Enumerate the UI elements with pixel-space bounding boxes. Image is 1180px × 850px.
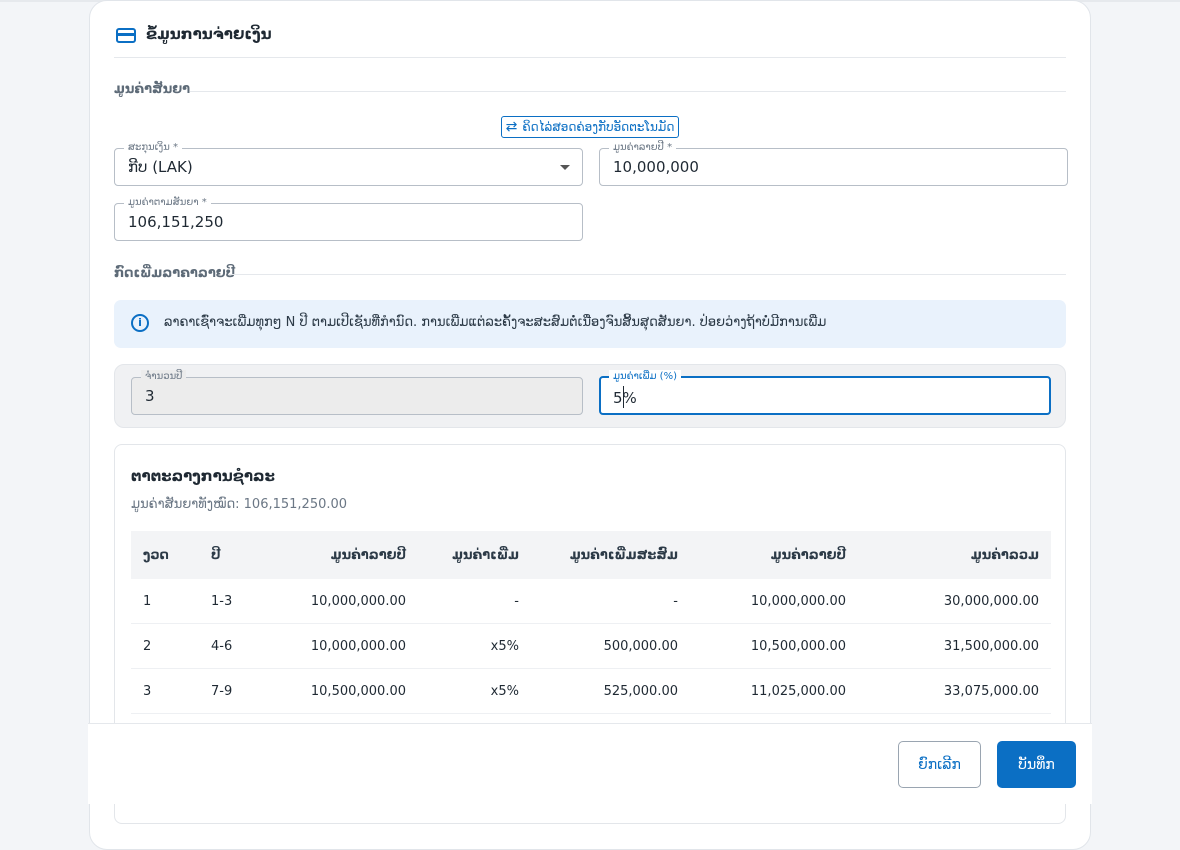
dropdown-arrow-icon[interactable] [560,165,570,170]
table-cell: 2 [131,623,199,669]
section-divider [229,274,1066,275]
table-cell: 4-6 [199,623,267,669]
table-cell: x5% [418,623,531,669]
section-divider [190,91,1066,92]
increase-value-suffix: % [622,389,637,407]
cancel-button[interactable]: ຍົກເລີກ [898,741,981,788]
years-label: ຈຳນວນປີ [141,370,187,384]
table-cell: 500,000.00 [531,623,690,669]
card-title: ຂໍ້ມູນການຈ່າຍເງິນ [146,25,272,43]
auto-calculate-label: ຄິດໄລ່ສອດຄ່ອງກັບອັດຕະໂນມັດ [522,120,675,134]
table-cell: 11,025,000.00 [690,668,858,714]
currency-label: ສະກຸນເງິນ * [124,141,182,155]
column-header: ມູນຄ່າລວມ [970,547,1039,563]
dialog-footer: ຍົກເລີກ ບັນທຶກ [88,723,1092,804]
table-cell: x5% [418,668,531,714]
annual-value-label: ມູນຄ່າລາຍປີ * [609,141,677,155]
annual-value-field[interactable]: ມູນຄ່າລາຍປີ * 10,000,000 [599,141,1068,186]
table-row: 3 7-9 10,500,000.00 x5% 525,000.00 11,02… [131,668,1051,714]
contract-value-input[interactable]: 106,151,250 [128,213,223,231]
column-header: ມູນຄ່າລາຍປີ [330,547,406,563]
card-header: ຂໍ້ມູນການຈ່າຍເງິນ [114,23,1066,58]
table-cell: 10,000,000.00 [690,579,858,624]
schedule-title: ຕາຕະລາງການຊຳລະ [131,467,275,485]
annual-value-input[interactable]: 10,000,000 [613,158,699,176]
auto-calculate-button[interactable]: ⇄ ຄິດໄລ່ສອດຄ່ອງກັບອັດຕະໂນມັດ [501,116,679,138]
info-icon: i [131,314,149,332]
table-cell: - [418,579,531,624]
contract-value-label: ມູນຄ່າຕາມສັນຍາ * [124,196,211,210]
table-cell: 1 [131,579,199,624]
column-header: ມູນຄ່າເພີ່ມ [452,547,519,563]
increase-value-part: 5 [613,389,623,407]
contract-value-field[interactable]: ມູນຄ່າຕາມສັນຍາ * 106,151,250 [114,196,583,241]
increase-percent-label: ມູນຄ່າເພີ່ມ (%) [609,370,681,384]
increase-percent-input[interactable]: 5% [613,386,637,408]
save-button[interactable]: ບັນທຶກ [997,741,1076,788]
escalation-info-banner: i ລາຄາເຊົ່າຈະເພີ່ມທຸກໆ N ປີ ຕາມເປີເຊັນທີ… [114,300,1066,348]
table-cell: 30,000,000.00 [858,579,1051,624]
table-cell: 3 [131,668,199,714]
schedule-total: ມູນຄ່າສັນຍາທັງໝົດ: 106,151,250.00 [131,497,348,512]
table-cell: 10,500,000.00 [267,668,418,714]
swap-arrows-icon: ⇄ [505,119,518,135]
column-header: ງວດ [143,547,169,563]
contract-value-section-label: ມູນຄ່າສັນຍາ [114,82,191,97]
escalation-settings-box: ຈຳນວນປີ 3 ມູນຄ່າເພີ່ມ (%) 5% [114,364,1066,428]
table-row: 2 4-6 10,000,000.00 x5% 500,000.00 10,50… [131,623,1051,669]
table-cell: 1-3 [199,579,267,624]
table-cell: 10,000,000.00 [267,579,418,624]
payment-schedule-table: ງວດ ປີ ມູນຄ່າລາຍປີ ມູນຄ່າເພີ່ມ ມູນຄ່າເພີ… [131,531,1051,714]
table-cell: 7-9 [199,668,267,714]
credit-card-icon [116,28,136,43]
column-header: ມູນຄ່າລາຍປີ [770,547,846,563]
table-cell: 10,000,000.00 [267,623,418,669]
currency-value: ກີບ (LAK) [128,158,193,176]
years-field[interactable]: ຈຳນວນປີ 3 [131,370,583,415]
table-header-row: ງວດ ປີ ມູນຄ່າລາຍປີ ມູນຄ່າເພີ່ມ ມູນຄ່າເພີ… [131,531,1051,579]
column-header: ປີ [211,547,221,563]
table-cell: 33,075,000.00 [858,668,1051,714]
table-cell: - [531,579,690,624]
table-cell: 10,500,000.00 [690,623,858,669]
table-cell: 525,000.00 [531,668,690,714]
currency-select[interactable]: ສະກຸນເງິນ * ກີບ (LAK) [114,141,583,186]
column-header: ມູນຄ່າເພີ່ມສະສົມ [569,547,678,563]
escalation-section-label: ກົດເພີ່ມລາຄາລາຍປີ [114,266,236,281]
table-row: 1 1-3 10,000,000.00 - - 10,000,000.00 30… [131,579,1051,624]
table-cell: 31,500,000.00 [858,623,1051,669]
escalation-info-text: ລາຄາເຊົ່າຈະເພີ່ມທຸກໆ N ປີ ຕາມເປີເຊັນທີ່ກ… [164,315,827,330]
increase-percent-field[interactable]: ມູນຄ່າເພີ່ມ (%) 5% [599,370,1051,415]
years-input[interactable]: 3 [145,387,155,405]
